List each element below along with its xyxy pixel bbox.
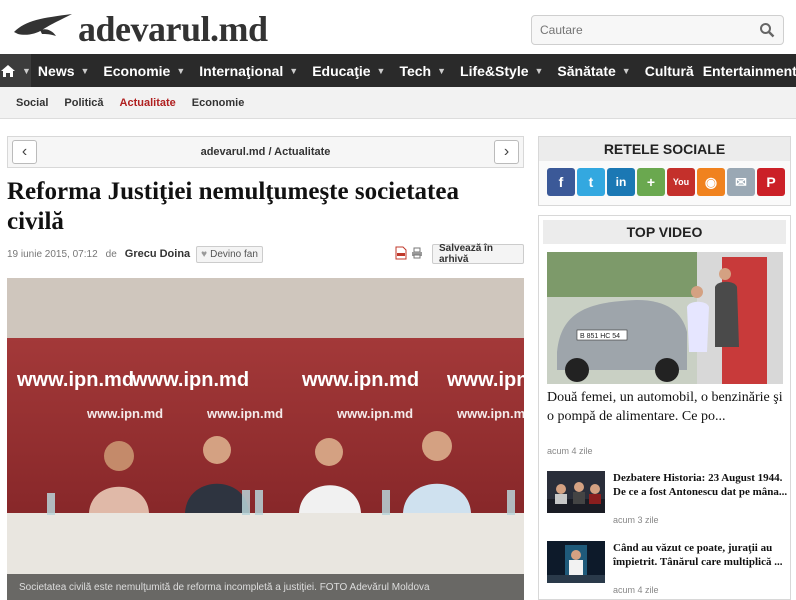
nav-item-educatie[interactable]: Educaţie ▼ — [305, 54, 392, 87]
become-fan-button[interactable]: ♥ Devino fan — [196, 245, 263, 263]
breadcrumb: adevarul.md / Actualitate — [8, 146, 523, 158]
search-icon[interactable] — [759, 22, 775, 38]
video-title-text: Când au văzut ce poate, juraţii au împie… — [613, 542, 783, 568]
banner-text: www.ipn.md — [456, 406, 524, 421]
banner-text: www.ipn.md — [16, 369, 134, 391]
chevron-down-icon: ▼ — [621, 65, 631, 76]
logo-text: adevarul.md — [78, 9, 268, 49]
article-meta: 19 iunie 2015, 07:12 de Grecu Doina ♥ De… — [7, 243, 524, 265]
video-list-item[interactable]: Dezbatere Historia: 23 August 1944. De c… — [547, 471, 787, 527]
breadcrumb-bar: ‹ adevarul.md / Actualitate › — [7, 136, 524, 168]
home-icon — [1, 64, 15, 77]
nav-item-lifestyle[interactable]: Life&Style ▼ — [453, 54, 550, 87]
print-icon[interactable] — [411, 247, 423, 259]
search-box — [531, 15, 784, 45]
press-conference-image: www.ipn.md www.ipn.md www.ipn.md www.ipn… — [7, 278, 524, 600]
nav-item-cultura[interactable]: Cultură — [638, 54, 696, 87]
subnav-item-politica[interactable]: Politică — [56, 97, 111, 109]
talent-show-image — [547, 541, 605, 583]
subnav-item-actualitate[interactable]: Actualitate — [112, 97, 184, 109]
nav-item-entertainment[interactable]: Entertainment▼ — [696, 54, 796, 87]
chevron-down-icon: ▼ — [534, 65, 544, 76]
article-photo: www.ipn.md www.ipn.md www.ipn.md www.ipn… — [7, 278, 524, 600]
license-plate: B 851 HC 54 — [580, 333, 620, 340]
social-networks-box: RETELE SOCIALE f t in + You ◉ ✉ P — [538, 136, 791, 206]
gas-station-image: B 851 HC 54 — [547, 252, 783, 384]
video-title-text: Dezbatere Historia: 23 August 1944. De c… — [613, 472, 788, 498]
banner-text: www.ipn.md — [336, 406, 413, 421]
banner-text: www.ipn.md — [131, 369, 249, 391]
video-date: acum 3 zile — [613, 515, 659, 525]
video-thumbnail — [547, 471, 605, 513]
heart-icon: ♥ — [201, 248, 208, 260]
nav-item-tech[interactable]: Tech ▼ — [392, 54, 453, 87]
youtube-icon[interactable]: You — [667, 168, 695, 196]
pinterest-icon[interactable]: P — [757, 168, 785, 196]
breadcrumb-section[interactable]: Actualitate — [274, 146, 330, 158]
chevron-down-icon: ▼ — [22, 65, 31, 76]
nav-home[interactable]: ▼ — [0, 54, 31, 87]
googleplus-icon[interactable]: + — [637, 168, 665, 196]
pdf-icon[interactable] — [395, 246, 407, 260]
top-video-box: TOP VIDEO B 851 HC 54 Două femei, un aut… — [538, 215, 791, 600]
author-prefix: de — [105, 248, 117, 260]
nav-item-news[interactable]: News ▼ — [31, 54, 97, 87]
sub-nav: Social Politică Actualitate Economie — [0, 87, 796, 119]
chevron-right-icon: › — [503, 143, 510, 160]
linkedin-icon[interactable]: in — [607, 168, 635, 196]
next-article-button[interactable]: › — [494, 140, 519, 164]
site-logo[interactable]: adevarul.md — [12, 8, 268, 50]
video-title: TOP VIDEO — [543, 220, 786, 244]
become-fan-label: Devino fan — [210, 248, 258, 260]
banner-text: www.ipn.md — [301, 369, 419, 391]
breadcrumb-separator: / — [265, 146, 275, 158]
eagle-logo-icon — [14, 14, 72, 36]
banner-text: www.ipn.md — [86, 406, 163, 421]
banner-text: www.ipn.md — [446, 369, 524, 391]
site-header: adevarul.md — [0, 0, 796, 54]
save-archive-button[interactable]: Salvează în arhivă — [432, 243, 524, 265]
video-list-item[interactable]: Când au văzut ce poate, juraţii au împie… — [547, 541, 787, 597]
nav-item-sanatate[interactable]: Sănătate ▼ — [550, 54, 637, 87]
banner-text: www.ipn.md — [206, 406, 283, 421]
debate-image — [547, 471, 605, 513]
chevron-down-icon: ▼ — [376, 65, 386, 76]
social-title: RETELE SOCIALE — [539, 137, 790, 161]
chevron-down-icon: ▼ — [176, 65, 186, 76]
main-video-title[interactable]: Două femei, un automobil, o benzinărie ş… — [547, 388, 787, 426]
main-nav: ▼ News ▼ Economie ▼ Internaţional ▼ Educaţi… — [0, 54, 796, 87]
subnav-item-social[interactable]: Social — [8, 97, 56, 109]
author-name[interactable]: Grecu Doina — [125, 248, 190, 260]
video-date: acum 4 zile — [613, 585, 659, 595]
twitter-icon[interactable]: t — [577, 168, 605, 196]
chevron-down-icon: ▼ — [80, 65, 90, 76]
chevron-down-icon: ▼ — [437, 65, 447, 76]
nav-item-international[interactable]: Internaţional ▼ — [192, 54, 305, 87]
article-title: Reforma Justiţiei nemulţumeşte societate… — [7, 178, 459, 235]
nav-item-economie[interactable]: Economie ▼ — [96, 54, 192, 87]
video-thumbnail — [547, 541, 605, 583]
main-video-date: acum 4 zile — [547, 446, 593, 456]
facebook-icon[interactable]: f — [547, 168, 575, 196]
photo-caption: Societatea civilă este nemulţumită de re… — [7, 574, 524, 600]
rss-icon[interactable]: ◉ — [697, 168, 725, 196]
breadcrumb-home[interactable]: adevarul.md — [201, 146, 266, 158]
article-date: 19 iunie 2015, 07:12 — [7, 248, 98, 260]
subnav-item-economie[interactable]: Economie — [184, 97, 253, 109]
search-input[interactable] — [532, 16, 742, 44]
main-video-thumbnail[interactable]: B 851 HC 54 — [547, 252, 783, 384]
chevron-down-icon: ▼ — [289, 65, 299, 76]
social-icons-row: f t in + You ◉ ✉ P — [539, 161, 790, 196]
email-icon[interactable]: ✉ — [727, 168, 755, 196]
